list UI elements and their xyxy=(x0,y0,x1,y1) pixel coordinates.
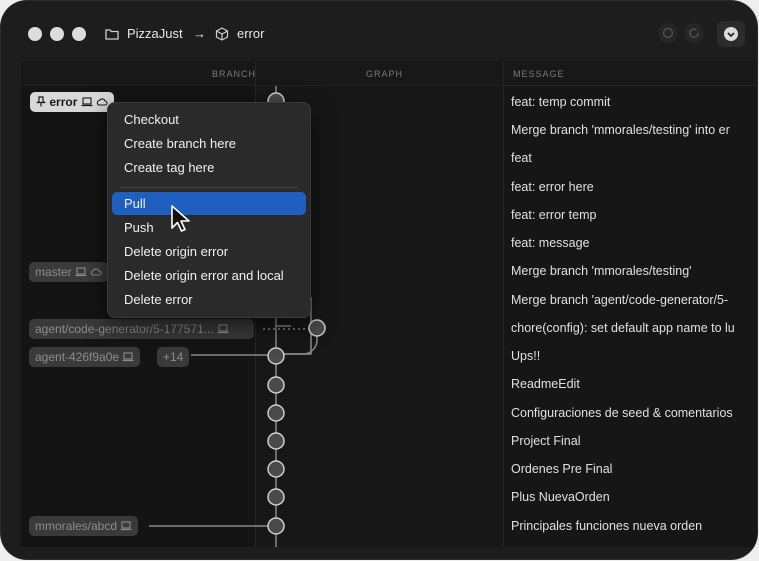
commit-message[interactable]: feat: temp commit xyxy=(511,95,610,109)
branch-tag-agent-code-generator[interactable]: agent/code-generator/5-177571... xyxy=(29,319,254,339)
folder-icon xyxy=(105,29,119,40)
commit-message[interactable]: feat: error temp xyxy=(511,208,596,222)
commit-node[interactable] xyxy=(267,488,285,506)
commit-message[interactable]: Ordenes Pre Final xyxy=(511,462,612,476)
more-branches-badge[interactable]: +14 xyxy=(157,347,190,367)
breadcrumb-arrow: → xyxy=(193,26,206,41)
branch-tag-mmorales-abcd[interactable]: mmorales/abcd xyxy=(29,516,139,536)
branch-tag-error[interactable]: error xyxy=(30,92,115,112)
commit-message[interactable]: feat xyxy=(511,151,532,165)
menu-item-create-tag[interactable]: Create tag here xyxy=(112,156,306,179)
chevron-down-icon xyxy=(724,27,738,41)
message-column-header[interactable]: MESSAGE xyxy=(513,69,565,79)
branch-context-menu: Checkout Create branch here Create tag h… xyxy=(107,102,311,318)
menu-item-delete-origin[interactable]: Delete origin error xyxy=(112,240,306,263)
branch-tag-label: master xyxy=(35,265,72,279)
current-branch-name[interactable]: error xyxy=(237,26,264,41)
commit-node[interactable] xyxy=(267,517,285,535)
app-window: PizzaJust → error BRANCH GRAPH MESSAGE e… xyxy=(1,1,757,559)
message-area xyxy=(504,86,757,547)
menu-item-delete-branch[interactable]: Delete error xyxy=(112,288,306,311)
commit-node[interactable] xyxy=(267,460,285,478)
menu-divider xyxy=(120,187,298,188)
fetch-icon[interactable] xyxy=(658,23,678,43)
laptop-icon xyxy=(120,521,132,531)
title-bar: PizzaJust → error xyxy=(1,1,757,61)
cloud-icon xyxy=(96,98,108,106)
branch-tag-label: error xyxy=(49,95,78,109)
laptop-icon xyxy=(122,352,134,362)
branch-tag-label: mmorales/abcd xyxy=(35,519,118,533)
commit-message[interactable]: Merge branch 'mmorales/testing' into er xyxy=(511,123,730,137)
menu-item-push[interactable]: Push xyxy=(112,216,306,239)
branch-tag-label: agent/code-generator/5-177571... xyxy=(35,322,214,336)
commit-message[interactable]: Principales funciones nueva orden xyxy=(511,519,702,533)
user-menu-button[interactable] xyxy=(717,21,745,47)
close-window-dot[interactable] xyxy=(28,27,42,41)
laptop-icon xyxy=(217,324,229,334)
commit-message[interactable]: Project Final xyxy=(511,434,580,448)
cloud-icon xyxy=(91,268,102,276)
commit-message[interactable]: Ups!! xyxy=(511,349,540,363)
commit-node[interactable] xyxy=(267,404,285,422)
commit-node[interactable] xyxy=(308,319,326,337)
menu-item-create-branch[interactable]: Create branch here xyxy=(112,132,306,155)
commit-node[interactable] xyxy=(267,432,285,450)
cursor-icon xyxy=(171,205,190,232)
repo-name[interactable]: PizzaJust xyxy=(127,26,183,41)
commit-node[interactable] xyxy=(267,376,285,394)
laptop-icon xyxy=(81,97,93,107)
commit-message[interactable]: Merge branch 'mmorales/testing' xyxy=(511,264,692,278)
menu-item-pull[interactable]: Pull xyxy=(112,192,306,215)
commit-message[interactable]: chore(config): set default app name to l… xyxy=(511,321,735,335)
branch-tag-master[interactable]: master xyxy=(29,262,109,282)
minimize-window-dot[interactable] xyxy=(50,27,64,41)
branch-tag-label: agent-426f9a0e xyxy=(35,350,120,364)
pin-icon xyxy=(36,96,46,107)
refresh-icon[interactable] xyxy=(684,23,704,43)
commit-message[interactable]: feat: message xyxy=(511,236,590,250)
laptop-icon xyxy=(75,267,87,277)
menu-item-checkout[interactable]: Checkout xyxy=(112,108,306,131)
commit-message[interactable]: ReadmeEdit xyxy=(511,377,580,391)
commit-node[interactable] xyxy=(267,347,285,365)
commit-message[interactable]: feat: error here xyxy=(511,180,594,194)
menu-item-delete-origin-and-local[interactable]: Delete origin error and local xyxy=(112,264,306,287)
maximize-window-dot[interactable] xyxy=(72,27,86,41)
branch-tag-agent-426[interactable]: agent-426f9a0e xyxy=(29,347,141,367)
commit-message[interactable]: Merge branch 'agent/code-generator/5- xyxy=(511,293,728,307)
cube-icon xyxy=(215,27,229,41)
commit-message[interactable]: Plus NuevaOrden xyxy=(511,490,610,504)
commit-message[interactable]: Configuraciones de seed & comentarios xyxy=(511,406,733,420)
